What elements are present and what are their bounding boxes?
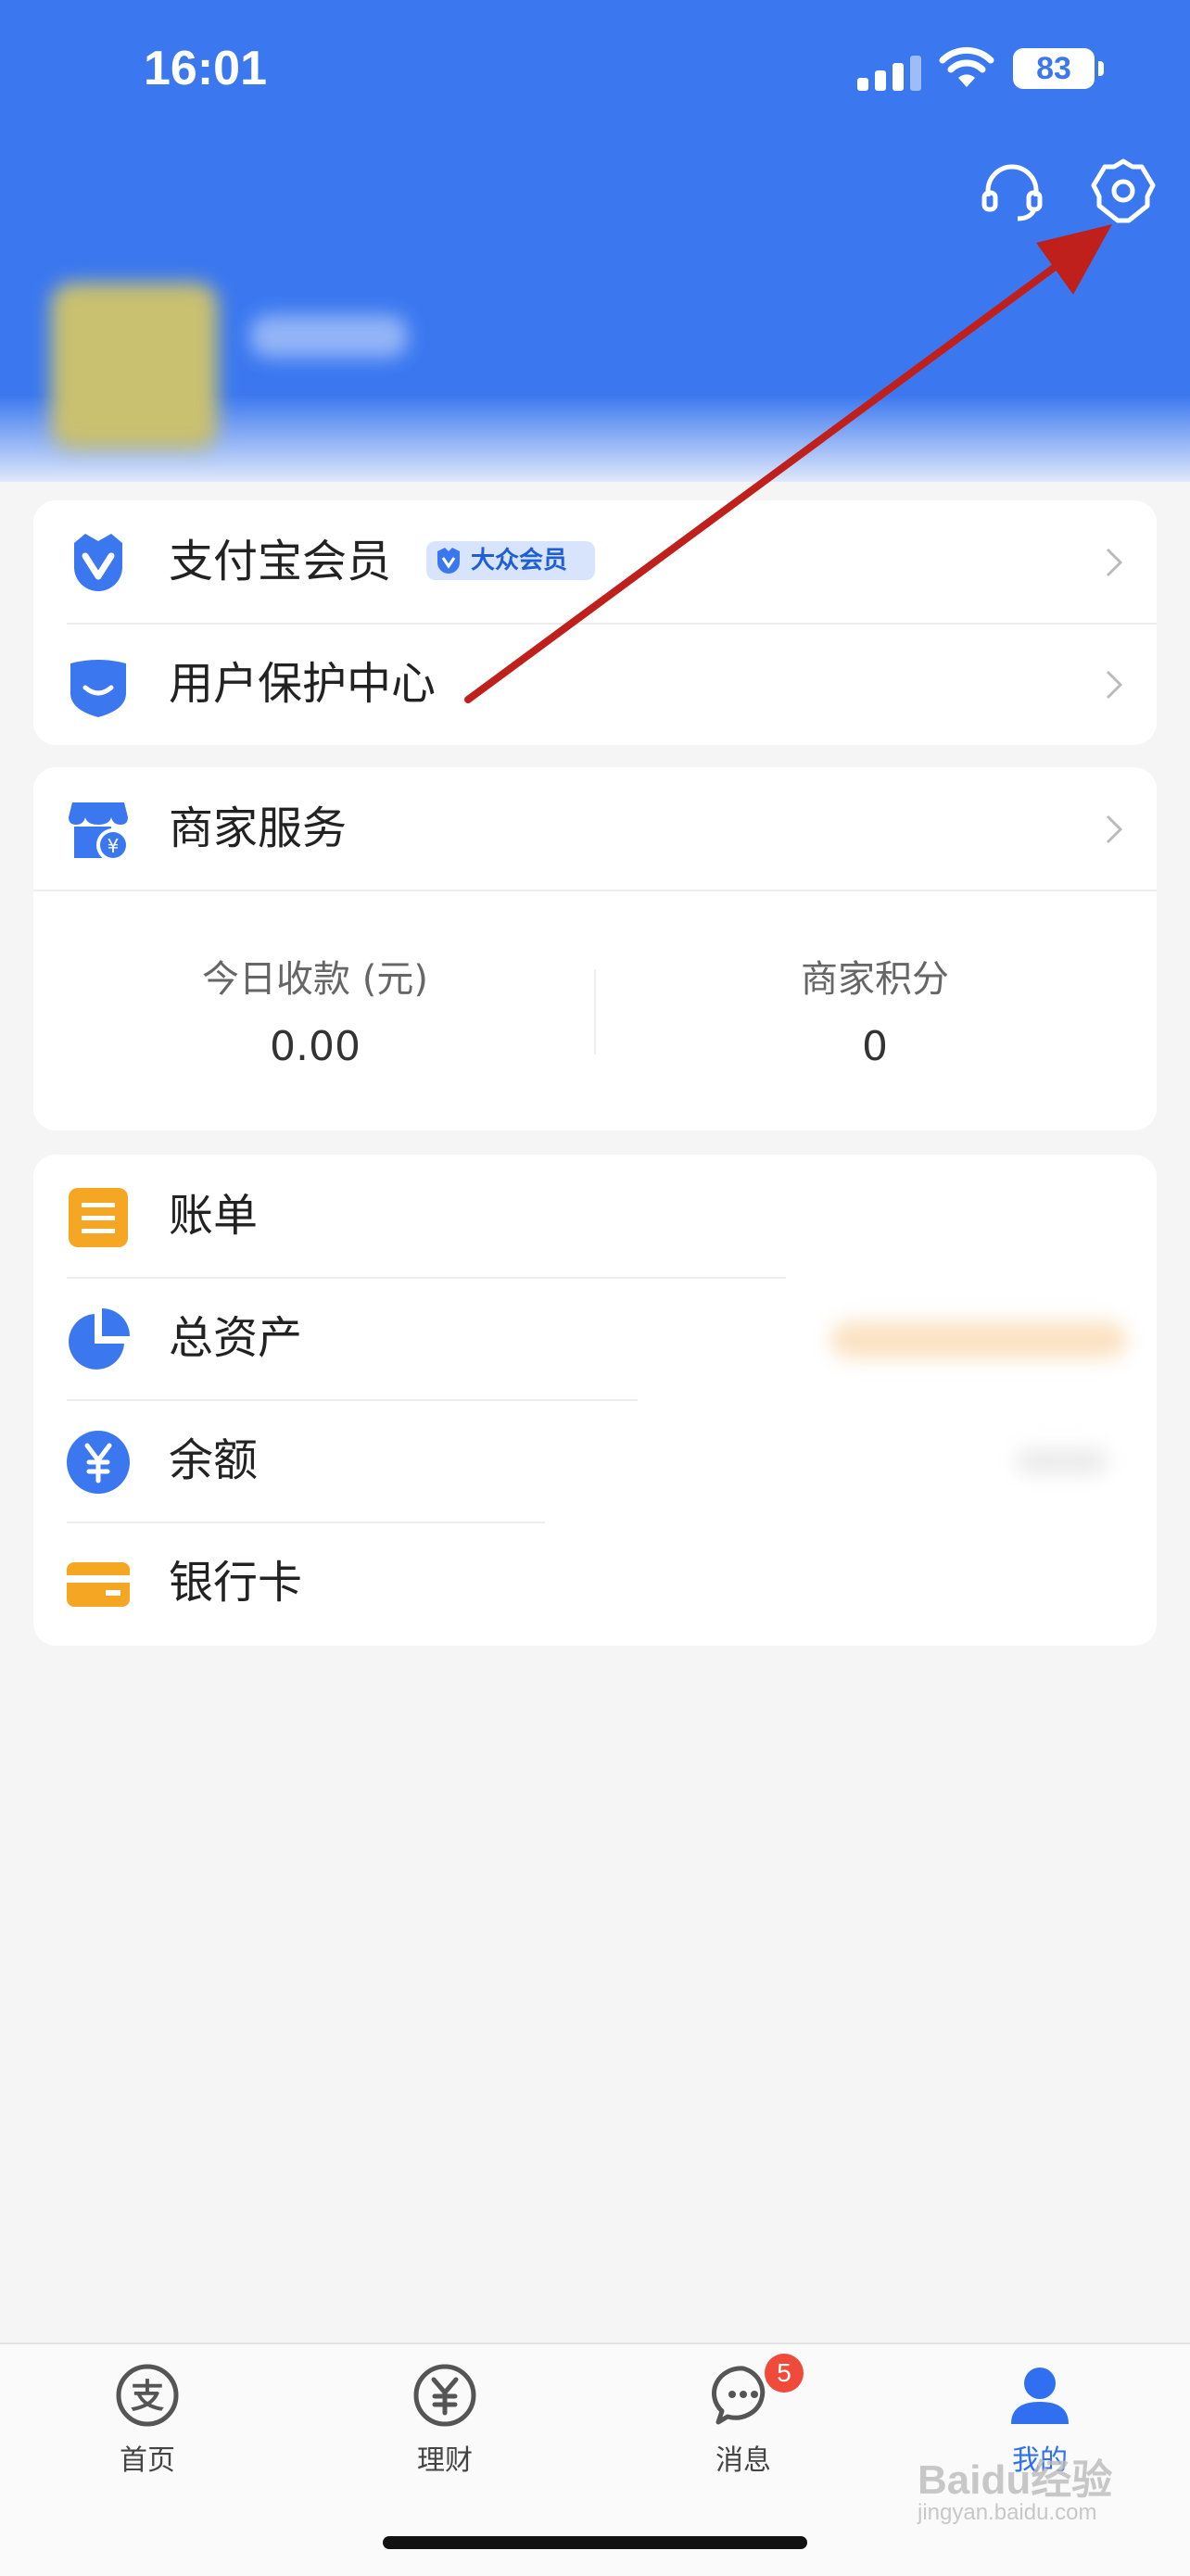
home-indicator — [383, 2536, 807, 2549]
divider — [33, 890, 1157, 891]
wealth-icon — [413, 2364, 476, 2427]
message-count-badge: 5 — [765, 2354, 804, 2393]
merchant-service-label: 商家服务 — [169, 802, 348, 854]
store-icon: ¥ — [69, 802, 130, 862]
merchant-card: ¥ 商家服务 今日收款 (元) 0.00 商家积分 0 — [33, 767, 1157, 1130]
yuan-icon — [67, 1431, 130, 1494]
pie-chart-icon — [69, 1308, 130, 1370]
tab-home-label: 首页 — [120, 2444, 175, 2477]
tab-messages-label: 消息 — [715, 2444, 771, 2477]
assets-card: 账单 总资产 余额 银行卡 — [33, 1155, 1157, 1646]
blurred-amount — [830, 1321, 1127, 1358]
svg-text:支: 支 — [131, 2378, 164, 2416]
total-assets-row[interactable]: 总资产 — [33, 1277, 1157, 1399]
bank-card-icon — [67, 1562, 130, 1607]
balance-row[interactable]: 余额 — [33, 1399, 1157, 1522]
tab-wealth-label: 理财 — [417, 2444, 473, 2477]
tab-messages[interactable]: 消息 — [651, 2363, 836, 2478]
merchant-service-row[interactable]: ¥ 商家服务 — [33, 767, 1157, 890]
bill-label: 账单 — [169, 1190, 259, 1242]
total-assets-label: 总资产 — [169, 1312, 303, 1364]
merchant-points-value: 0 — [862, 1023, 888, 1070]
bill-row[interactable]: 账单 — [33, 1155, 1157, 1277]
baidu-watermark: Baidu经验 jingyan.baidu.com — [918, 2457, 1113, 2525]
balance-label: 余额 — [169, 1434, 259, 1486]
svg-text:¥: ¥ — [108, 835, 120, 857]
bank-card-label: 银行卡 — [169, 1557, 303, 1609]
today-receipts-title: 今日收款 (元) — [202, 958, 428, 1001]
merchant-points-stat[interactable]: 商家积分 0 — [597, 949, 1153, 1070]
merchant-points-title: 商家积分 — [801, 958, 949, 1001]
person-icon — [1011, 2368, 1069, 2424]
alipay-home-icon: 支 — [116, 2364, 179, 2427]
chevron-right-icon — [1106, 814, 1123, 844]
today-receipts-stat[interactable]: 今日收款 (元) 0.00 — [37, 949, 593, 1070]
today-receipts-value: 0.00 — [270, 1023, 361, 1070]
tab-wealth[interactable]: 理财 — [352, 2363, 538, 2478]
tab-home[interactable]: 支 首页 — [55, 2363, 240, 2478]
bill-icon — [69, 1188, 128, 1247]
annotation-arrow — [464, 224, 1112, 703]
blurred-amount — [1016, 1447, 1108, 1475]
divider-vertical — [594, 969, 596, 1054]
bank-card-row[interactable]: 银行卡 — [33, 1522, 1157, 1644]
